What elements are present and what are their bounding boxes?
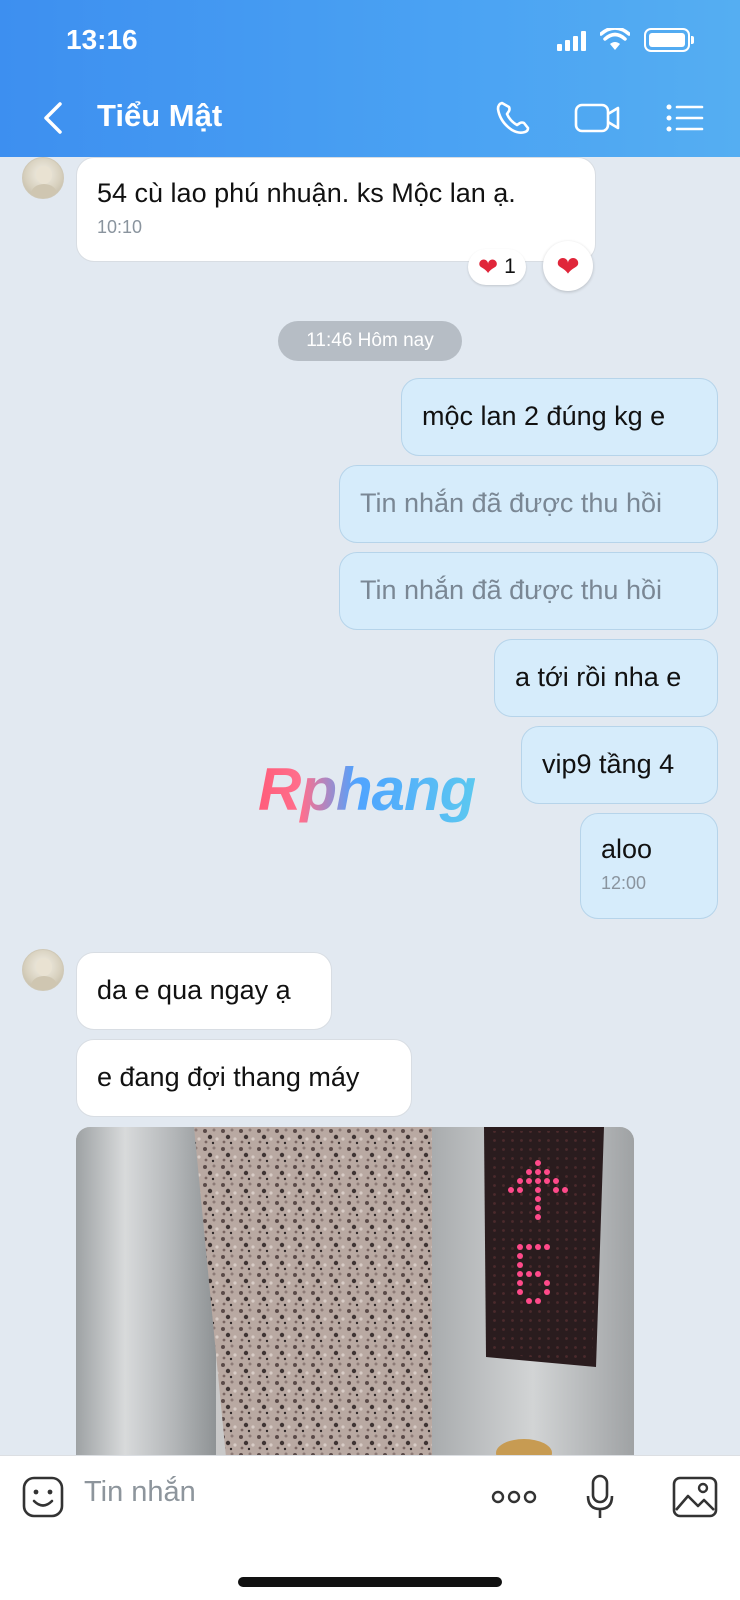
message-bubble-outgoing[interactable]: mộc lan 2 đúng kg e: [401, 378, 718, 456]
heart-icon: ❤: [478, 253, 499, 281]
message-bubble-incoming[interactable]: 54 cù lao phú nhuận. ks Mộc lan ạ. 10:10: [76, 157, 596, 262]
message-text: Tin nhắn đã được thu hồi: [360, 575, 662, 605]
message-text: 54 cù lao phú nhuận. ks Mộc lan ạ.: [97, 178, 516, 208]
phone-call-icon[interactable]: [492, 98, 536, 138]
message-text: da e qua ngay ạ: [97, 975, 291, 1005]
date-separator: 11:46 Hôm nay: [278, 321, 462, 361]
message-input[interactable]: Tin nhắn: [84, 1476, 196, 1509]
contact-avatar[interactable]: [22, 157, 64, 199]
contact-name[interactable]: Tiểu Mật: [97, 98, 222, 134]
message-text: a tới rồi nha e: [515, 662, 682, 692]
message-text: mộc lan 2 đúng kg e: [422, 401, 666, 431]
elevator-photo: [76, 1127, 634, 1455]
recalled-message-bubble[interactable]: Tin nhắn đã được thu hồi: [339, 465, 718, 543]
reaction-summary[interactable]: ❤ 1: [468, 249, 526, 285]
photo-message[interactable]: [76, 1127, 634, 1455]
message-time: 10:10: [97, 217, 143, 237]
more-options-icon[interactable]: [490, 1474, 538, 1520]
chat-header: 13:16 Tiểu Mật: [0, 0, 740, 157]
microphone-icon[interactable]: [585, 1474, 615, 1520]
message-text: vip9 tầng 4: [542, 749, 675, 779]
status-time: 13:16: [66, 24, 138, 55]
message-bubble-incoming[interactable]: e đang đợi thang máy: [76, 1039, 412, 1117]
wifi-icon: [600, 28, 630, 50]
message-bubble-incoming[interactable]: da e qua ngay ạ: [76, 952, 332, 1030]
recalled-message-bubble[interactable]: Tin nhắn đã được thu hồi: [339, 552, 718, 630]
image-gallery-icon[interactable]: [672, 1474, 718, 1520]
message-text: e đang đợi thang máy: [97, 1062, 360, 1092]
watermark-logo: Rphang: [258, 756, 476, 823]
contact-avatar[interactable]: [22, 949, 64, 991]
reaction-count: 1: [504, 255, 516, 278]
message-bubble-outgoing[interactable]: vip9 tầng 4: [521, 726, 718, 804]
status-icons: [557, 28, 694, 52]
cellular-signal-icon: [557, 29, 586, 51]
sticker-icon[interactable]: [22, 1474, 64, 1520]
menu-list-icon[interactable]: [664, 98, 708, 138]
back-icon[interactable]: [36, 98, 70, 138]
message-text: Tin nhắn đã được thu hồi: [360, 488, 662, 518]
message-list[interactable]: 54 cù lao phú nhuận. ks Mộc lan ạ. 10:10…: [0, 157, 740, 1455]
message-text: aloo: [601, 834, 653, 864]
react-button[interactable]: ❤: [543, 241, 593, 291]
message-bubble-outgoing[interactable]: a tới rồi nha e: [494, 639, 718, 717]
message-time: 12:00: [601, 873, 647, 893]
video-call-icon[interactable]: [574, 98, 622, 138]
heart-icon: ❤: [556, 250, 580, 282]
home-indicator: [238, 1577, 502, 1587]
battery-icon: [644, 28, 694, 52]
message-bubble-outgoing[interactable]: aloo 12:00: [580, 813, 718, 919]
